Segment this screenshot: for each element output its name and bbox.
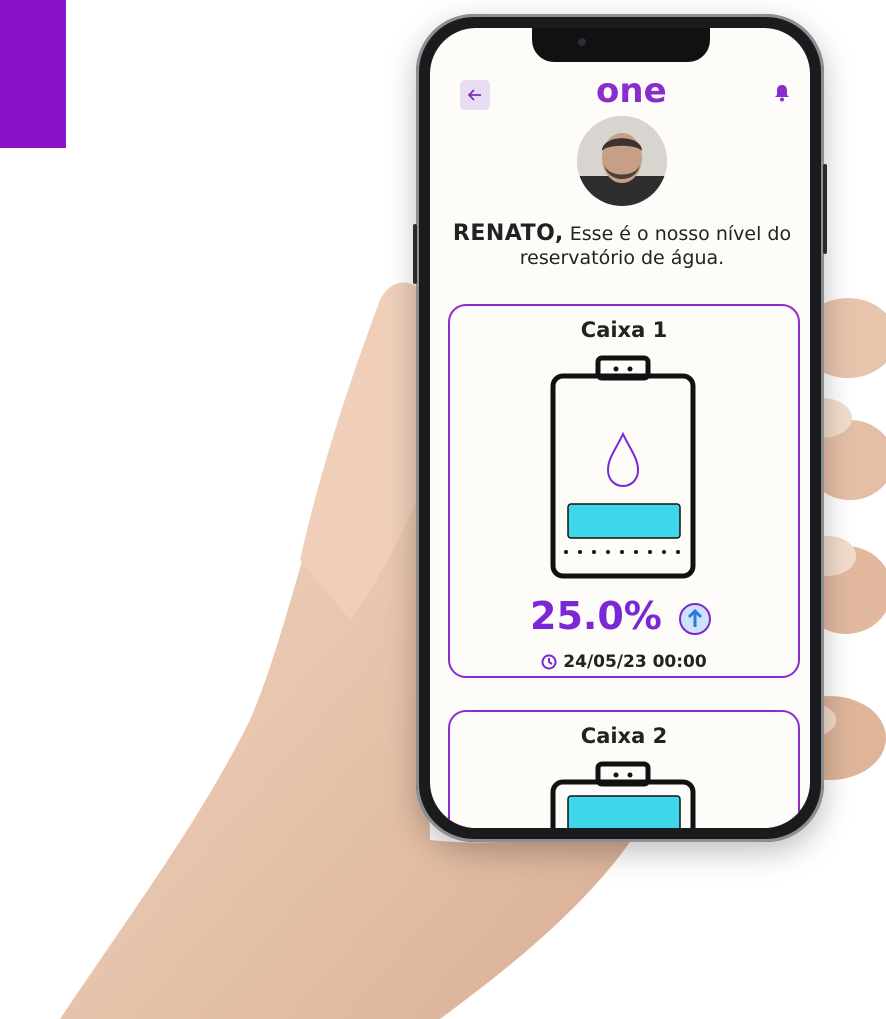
avatar	[577, 116, 667, 206]
app-logo: one	[596, 71, 672, 114]
clock-icon	[541, 654, 557, 670]
user-name: RENATO,	[452, 221, 564, 246]
tank-title: Caixa 1	[580, 318, 668, 342]
logo-text: one	[596, 74, 667, 110]
arrow-up-circle-icon	[679, 603, 711, 635]
timestamp-text: 24/05/23 00:00	[563, 652, 707, 672]
phone-frame: one RENATO, Esse é o nosso nível do rese…	[413, 14, 827, 842]
greeting-text: RENATO, Esse é o nosso nível do reservat…	[450, 222, 794, 270]
water-tank-icon	[550, 761, 696, 828]
tank-title: Caixa 2	[580, 724, 668, 748]
phone-side-button	[823, 164, 827, 254]
app-screen: one RENATO, Esse é o nosso nível do rese…	[430, 28, 810, 828]
bell-icon	[775, 85, 789, 102]
arrow-left-icon	[468, 89, 481, 101]
phone-notch	[532, 28, 710, 62]
tank-timestamp: 24/05/23 00:00	[450, 652, 798, 672]
water-tank-icon	[550, 355, 696, 579]
back-button[interactable]	[460, 80, 490, 110]
tank-card-1[interactable]: Caixa 1 25.0% 24/05/23 00:00	[448, 304, 800, 678]
corner-brand-block	[0, 0, 66, 148]
notifications-button[interactable]	[774, 84, 790, 106]
tank-level-percent: 25.0%	[530, 594, 662, 638]
phone-side-button	[413, 224, 417, 284]
tank-card-2[interactable]: Caixa 2	[448, 710, 800, 828]
